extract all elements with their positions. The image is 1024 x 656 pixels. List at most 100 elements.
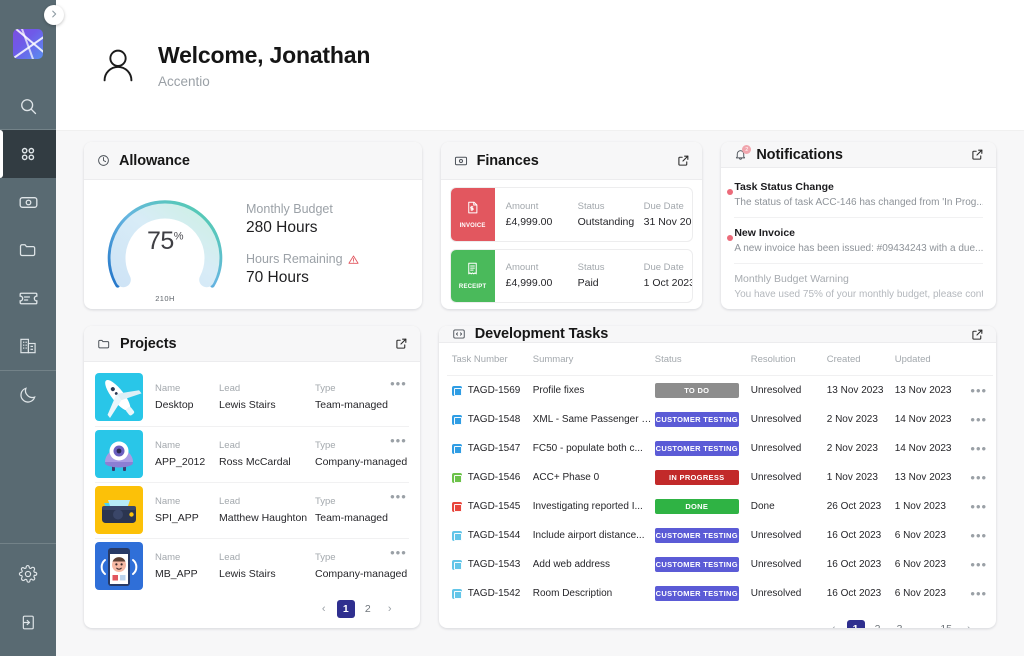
more-options-icon[interactable]: ••• bbox=[390, 433, 407, 448]
pagination-page-2[interactable]: 2 bbox=[869, 620, 887, 628]
notification-item[interactable]: Task Status Change The status of task AC… bbox=[727, 172, 983, 218]
unread-dot-icon bbox=[727, 235, 734, 241]
finances-card-header: Finances bbox=[440, 142, 703, 180]
bell-icon: 2 bbox=[734, 145, 752, 161]
sidebar-item-dashboard[interactable] bbox=[0, 130, 56, 178]
table-row[interactable]: TAGD-1569 Profile fixes TO DO Unresolved… bbox=[447, 376, 993, 406]
table-row[interactable]: TAGD-1548 XML - Same Passenger a... CUST… bbox=[447, 405, 993, 434]
task-status-cell: DONE bbox=[654, 492, 751, 521]
sidebar-collapse-button[interactable] bbox=[44, 5, 64, 25]
task-created-cell: 16 Oct 2023 bbox=[826, 530, 882, 541]
notification-text: You have used 75% of your monthly budget… bbox=[734, 289, 983, 300]
pagination-page-3[interactable]: 3 bbox=[891, 620, 909, 628]
list-item[interactable]: Name APP_2012 Lead Ross McCardal Type Co… bbox=[95, 426, 409, 482]
building-icon bbox=[18, 336, 38, 356]
chevron-right-icon[interactable]: › bbox=[381, 600, 399, 618]
table-row[interactable]: TAGD-1543 Add web address CUSTOMER TESTI… bbox=[447, 550, 993, 579]
task-summary: XML - Same Passenger a... bbox=[532, 414, 655, 425]
finance-due-date: Due Date 1 Oct 2023 bbox=[643, 262, 694, 290]
task-created-cell: 26 Oct 2023 bbox=[826, 501, 882, 512]
sidebar-item-organisation[interactable] bbox=[0, 322, 56, 370]
list-item[interactable]: Name SPI_APP Lead Matthew Haughton Type … bbox=[95, 482, 409, 538]
more-options-icon[interactable]: ••• bbox=[970, 412, 987, 427]
ticket-icon bbox=[18, 288, 39, 309]
pagination-page-1[interactable]: 1 bbox=[846, 620, 865, 628]
column-resolution: Resolution bbox=[750, 343, 827, 376]
sidebar-item-tickets[interactable] bbox=[0, 274, 56, 322]
project-fields: Name SPI_APP Lead Matthew Haughton Type … bbox=[143, 496, 420, 524]
search-icon bbox=[18, 96, 38, 116]
task-number: TAGD-1544 bbox=[467, 530, 521, 541]
tasks-pagination: ‹ 1 2 3 ... 15 › bbox=[447, 608, 988, 628]
more-options-icon[interactable]: ••• bbox=[390, 489, 407, 504]
project-name: Name MB_APP bbox=[155, 552, 219, 580]
more-options-icon[interactable]: ••• bbox=[970, 557, 987, 572]
pagination-page-2[interactable]: 2 bbox=[359, 600, 377, 618]
sidebar-item-payments[interactable] bbox=[0, 178, 56, 226]
project-name-label: Name bbox=[155, 439, 181, 451]
task-number-cell: TAGD-1543 bbox=[447, 550, 533, 579]
table-row[interactable]: TAGD-1546 ACC+ Phase 0 IN PROGRESS Unres… bbox=[447, 463, 993, 492]
accentio-logo[interactable] bbox=[13, 29, 43, 59]
table-row[interactable]: TAGD-1545 Investigating reported I... DO… bbox=[447, 492, 993, 521]
sidebar-item-search[interactable] bbox=[0, 83, 56, 129]
project-type-value: Team-managed bbox=[315, 511, 388, 524]
more-options-icon[interactable]: ••• bbox=[970, 470, 987, 485]
chevron-right-icon[interactable]: › bbox=[960, 620, 978, 628]
sidebar-item-files[interactable] bbox=[0, 226, 56, 274]
task-summary: FC50 - populate both c... bbox=[532, 443, 643, 454]
project-name-value: Desktop bbox=[155, 399, 194, 411]
task-summary-cell: Profile fixes bbox=[533, 376, 655, 406]
projects-popout-button[interactable] bbox=[395, 337, 408, 350]
allowance-card: Allowance 75% 210H Monthly Budget 280 Ho… bbox=[84, 142, 422, 309]
sidebar-item-dark-mode[interactable] bbox=[0, 371, 56, 419]
task-number-cell: TAGD-1542 bbox=[447, 579, 533, 608]
task-status-cell: CUSTOMER TESTING bbox=[654, 434, 751, 463]
task-type-icon bbox=[451, 472, 462, 483]
monthly-budget-value: 280 Hours bbox=[246, 219, 318, 236]
column-actions bbox=[964, 343, 993, 376]
more-options-icon[interactable]: ••• bbox=[390, 545, 407, 560]
finances-list: INVOICE Amount £4,999.00 Status Outstand… bbox=[441, 180, 703, 309]
finance-amount-label: Amount bbox=[505, 262, 539, 274]
avatar[interactable] bbox=[90, 37, 146, 93]
task-number: TAGD-1546 bbox=[467, 472, 521, 483]
finance-row[interactable]: INVOICE Amount £4,999.00 Status Outstand… bbox=[449, 187, 694, 242]
table-row[interactable]: TAGD-1547 FC50 - populate both c... CUST… bbox=[447, 434, 993, 463]
notifications-popout-button[interactable] bbox=[971, 148, 984, 161]
project-fields: Name Desktop Lead Lewis Stairs Type Team… bbox=[143, 383, 420, 411]
list-item[interactable]: Name MB_APP Lead Lewis Stairs Type Compa… bbox=[95, 538, 409, 594]
finance-amount-value: £4,999.00 bbox=[505, 215, 553, 228]
invoice-badge-label: INVOICE bbox=[459, 222, 486, 229]
pagination-page-15[interactable]: 15 bbox=[936, 620, 956, 628]
finance-row[interactable]: RECEIPT Amount £4,999.00 Status Paid Due… bbox=[449, 248, 694, 303]
grid-apps-icon bbox=[18, 144, 38, 164]
pagination-page-1[interactable]: 1 bbox=[336, 600, 355, 618]
column-created: Created bbox=[826, 343, 895, 376]
finances-popout-button[interactable] bbox=[677, 154, 690, 167]
tasks-table-body: TAGD-1569 Profile fixes TO DO Unresolved… bbox=[447, 376, 993, 609]
gauge-percent: 75% bbox=[146, 226, 184, 255]
more-options-icon[interactable]: ••• bbox=[970, 383, 987, 398]
table-row[interactable]: TAGD-1544 Include airport distance... CU… bbox=[447, 521, 993, 550]
chevron-left-icon[interactable]: ‹ bbox=[825, 620, 843, 628]
more-options-icon[interactable]: ••• bbox=[970, 441, 987, 456]
notification-item[interactable]: Monthly Budget Warning You have used 75%… bbox=[734, 264, 983, 309]
table-row[interactable]: TAGD-1542 Room Description CUSTOMER TEST… bbox=[447, 579, 993, 608]
tasks-popout-button[interactable] bbox=[971, 328, 984, 341]
notification-title: Task Status Change bbox=[734, 181, 834, 193]
project-lead-label: Lead bbox=[219, 383, 241, 394]
more-options-icon[interactable]: ••• bbox=[970, 586, 987, 601]
notification-item[interactable]: New Invoice A new invoice has been issue… bbox=[727, 218, 983, 264]
sidebar-item-logout[interactable] bbox=[0, 598, 56, 646]
more-options-icon[interactable]: ••• bbox=[970, 499, 987, 514]
main-area: Welcome, Jonathan Accentio Allowance 75%… bbox=[56, 0, 1024, 656]
more-options-icon[interactable]: ••• bbox=[390, 376, 407, 391]
chevron-left-icon[interactable]: ‹ bbox=[315, 600, 333, 618]
finance-due-value: 1 Oct 2023 bbox=[643, 277, 694, 290]
sidebar-item-settings[interactable] bbox=[0, 550, 56, 598]
list-item[interactable]: Name Desktop Lead Lewis Stairs Type Team… bbox=[95, 370, 409, 426]
more-options-icon[interactable]: ••• bbox=[970, 528, 987, 543]
notification-text: A new invoice has been issued: #09434243… bbox=[734, 243, 983, 254]
task-resolution-cell: Unresolved bbox=[750, 588, 802, 599]
